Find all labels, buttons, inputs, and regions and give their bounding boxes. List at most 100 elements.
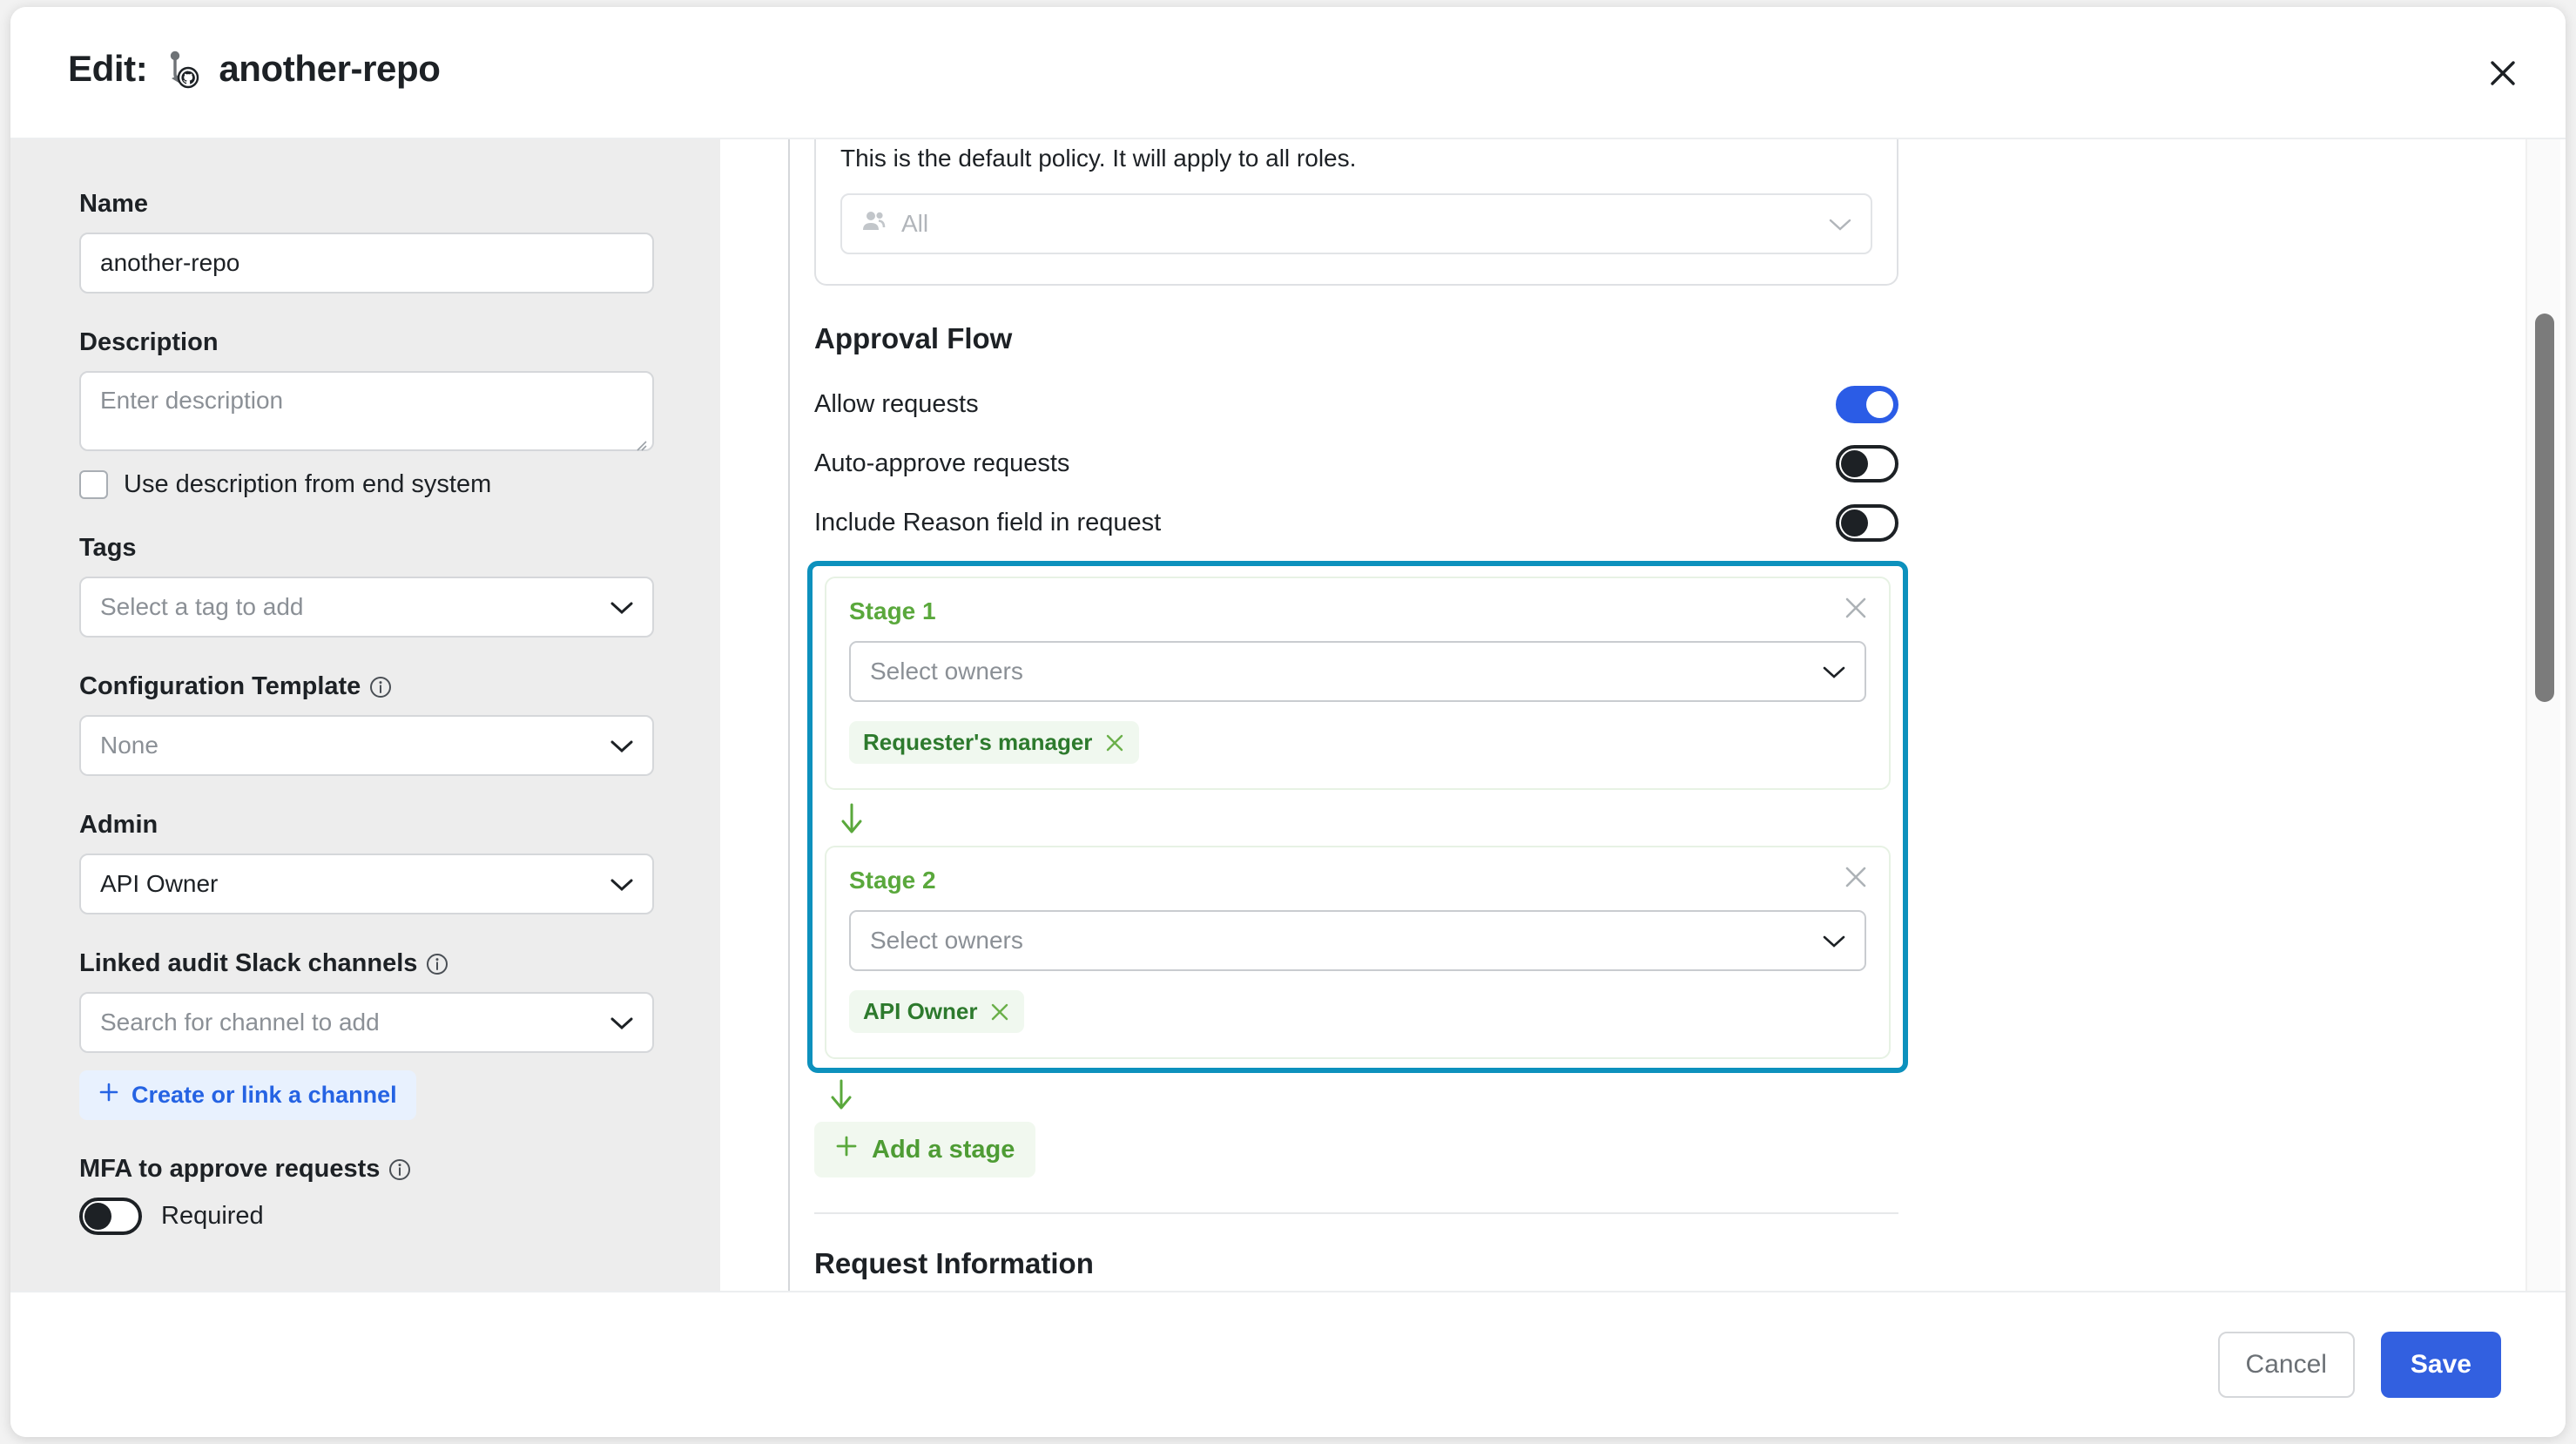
name-input[interactable]: another-repo <box>79 233 654 294</box>
mfa-approve-toggle-label: Required <box>161 1202 264 1230</box>
description-label: Description <box>79 328 219 356</box>
chevron-down-icon <box>610 732 633 759</box>
default-policy-card: This is the default policy. It will appl… <box>814 139 1898 286</box>
stage-connector-arrow-icon <box>837 802 867 837</box>
use-description-row[interactable]: Use description from end system <box>79 470 651 499</box>
auto-approve-requests-row: Auto-approve requests <box>814 434 1898 493</box>
mfa-approve-field-group: MFA to approve requests Required <box>79 1155 651 1235</box>
approval-stages-highlight: Stage 1 Select owners Requester's manage… <box>807 561 1908 1073</box>
cancel-button[interactable]: Cancel <box>2217 1332 2355 1398</box>
stage-2-owner-pill-label: API Owner <box>863 998 978 1024</box>
description-placeholder: Enter description <box>100 387 284 414</box>
vertical-scrollbar-thumb[interactable] <box>2535 314 2554 702</box>
allow-requests-row: Allow requests <box>814 374 1898 434</box>
stage-2-owners-placeholder: Select owners <box>870 927 1023 954</box>
slack-channel-search-placeholder: Search for channel to add <box>100 1009 380 1036</box>
stage-1-title: Stage 1 <box>849 597 936 624</box>
use-description-label: Use description from end system <box>124 470 492 498</box>
configuration-template-value: None <box>100 732 158 759</box>
modal-body: Name another-repo Description Enter desc… <box>10 139 2566 1291</box>
configuration-template-field-group: Configuration Template None <box>79 672 654 776</box>
configuration-template-label: Configuration Template <box>79 672 651 701</box>
auto-approve-requests-label: Auto-approve requests <box>814 449 1070 477</box>
add-a-stage-button[interactable]: Add a stage <box>814 1122 1036 1177</box>
vertical-scrollbar-track[interactable] <box>2525 139 2560 1291</box>
stage-1-owners-select[interactable]: Select owners <box>849 641 1866 702</box>
auto-approve-requests-toggle[interactable] <box>1836 444 1898 482</box>
default-policy-note: This is the default policy. It will appl… <box>840 145 1357 172</box>
admin-select[interactable]: API Owner <box>79 854 654 914</box>
allow-requests-toggle[interactable] <box>1836 385 1898 423</box>
section-divider <box>814 1212 1898 1214</box>
policy-roles-select[interactable]: All <box>840 193 1872 254</box>
info-icon[interactable] <box>388 1158 411 1181</box>
admin-field-group: Admin API Owner <box>79 811 654 914</box>
stage-2-owners-select[interactable]: Select owners <box>849 910 1866 971</box>
slack-channel-search-input[interactable]: Search for channel to add <box>79 992 654 1053</box>
add-a-stage-label: Add a stage <box>872 1135 1015 1164</box>
remove-stage-1-icon[interactable] <box>1840 592 1871 624</box>
configuration-template-select[interactable]: None <box>79 715 654 776</box>
stage-2-owner-pill: API Owner <box>849 990 1025 1033</box>
request-information-title: Request Information <box>814 1247 1094 1279</box>
tags-field-group: Tags Select a tag to add <box>79 534 654 638</box>
info-icon[interactable] <box>426 953 448 975</box>
chevron-down-icon <box>1823 927 1845 955</box>
chevron-down-icon <box>610 870 633 898</box>
page-title: Edit: another-repo <box>68 45 441 92</box>
tags-select[interactable]: Select a tag to add <box>79 577 654 638</box>
chevron-down-icon <box>1823 658 1845 685</box>
close-icon[interactable] <box>2478 49 2527 98</box>
include-reason-field-label: Include Reason field in request <box>814 508 1162 536</box>
stage-connector-arrow-icon <box>826 1078 856 1113</box>
resource-name-label: another-repo <box>219 48 441 89</box>
create-or-link-channel-label: Create or link a channel <box>131 1082 397 1108</box>
admin-value: API Owner <box>100 870 219 897</box>
slack-channels-label: Linked audit Slack channels <box>79 949 651 978</box>
policy-settings-panel: This is the default policy. It will appl… <box>790 139 1926 1291</box>
stage-1-owner-pill: Requester's manager <box>849 721 1140 764</box>
people-icon <box>861 210 887 239</box>
github-repo-icon <box>159 45 206 92</box>
stage-1-owner-pill-label: Requester's manager <box>863 729 1093 755</box>
allow-requests-label: Allow requests <box>814 389 979 418</box>
resize-grip-icon <box>631 429 647 451</box>
use-description-checkbox[interactable] <box>79 470 108 499</box>
mfa-approve-toggle[interactable] <box>79 1198 142 1235</box>
create-or-link-channel-button[interactable]: Create or link a channel <box>79 1070 416 1120</box>
name-field-group: Name another-repo <box>79 190 654 294</box>
info-icon[interactable] <box>369 676 392 698</box>
plus-icon <box>98 1082 119 1109</box>
admin-label: Admin <box>79 811 158 839</box>
save-button[interactable]: Save <box>2380 1332 2501 1398</box>
approval-stage-card: Stage 1 Select owners Requester's manage… <box>825 577 1891 790</box>
chevron-down-icon <box>610 593 633 621</box>
resource-settings-sidebar: Name another-repo Description Enter desc… <box>10 139 720 1291</box>
right-empty-pane <box>1926 139 2566 1291</box>
layout-gutter <box>720 139 788 1291</box>
include-reason-field-toggle[interactable] <box>1836 503 1898 542</box>
name-label: Name <box>79 190 148 218</box>
edit-prefix-label: Edit: <box>68 48 148 89</box>
mfa-approve-label: MFA to approve requests <box>79 1155 651 1184</box>
chevron-down-icon <box>1829 210 1851 238</box>
stage-1-owners-placeholder: Select owners <box>870 658 1023 685</box>
remove-owner-icon[interactable] <box>989 1002 1010 1022</box>
approval-flow-title: Approval Flow <box>814 322 1013 354</box>
tags-label: Tags <box>79 534 137 562</box>
chevron-down-icon <box>610 1009 633 1036</box>
modal-header: Edit: another-repo <box>10 7 2566 139</box>
remove-owner-icon[interactable] <box>1104 732 1125 753</box>
description-field-group: Description Enter description Use descri… <box>79 328 654 499</box>
include-reason-field-row: Include Reason field in request <box>814 493 1898 552</box>
remove-stage-2-icon[interactable] <box>1840 861 1871 893</box>
mfa-approve-toggle-row: Required <box>79 1198 651 1235</box>
modal-footer: Cancel Save <box>10 1291 2566 1437</box>
policy-roles-value: All <box>901 210 929 237</box>
description-textarea[interactable]: Enter description <box>79 371 654 451</box>
mfa-approve-label-text: MFA to approve requests <box>79 1155 381 1183</box>
stage-2-title: Stage 2 <box>849 867 936 894</box>
edit-resource-modal: Edit: another-repo Name another-repo Des… <box>10 7 2566 1437</box>
plus-icon <box>835 1135 858 1164</box>
slack-channels-field-group: Linked audit Slack channels Search for c… <box>79 949 654 1120</box>
